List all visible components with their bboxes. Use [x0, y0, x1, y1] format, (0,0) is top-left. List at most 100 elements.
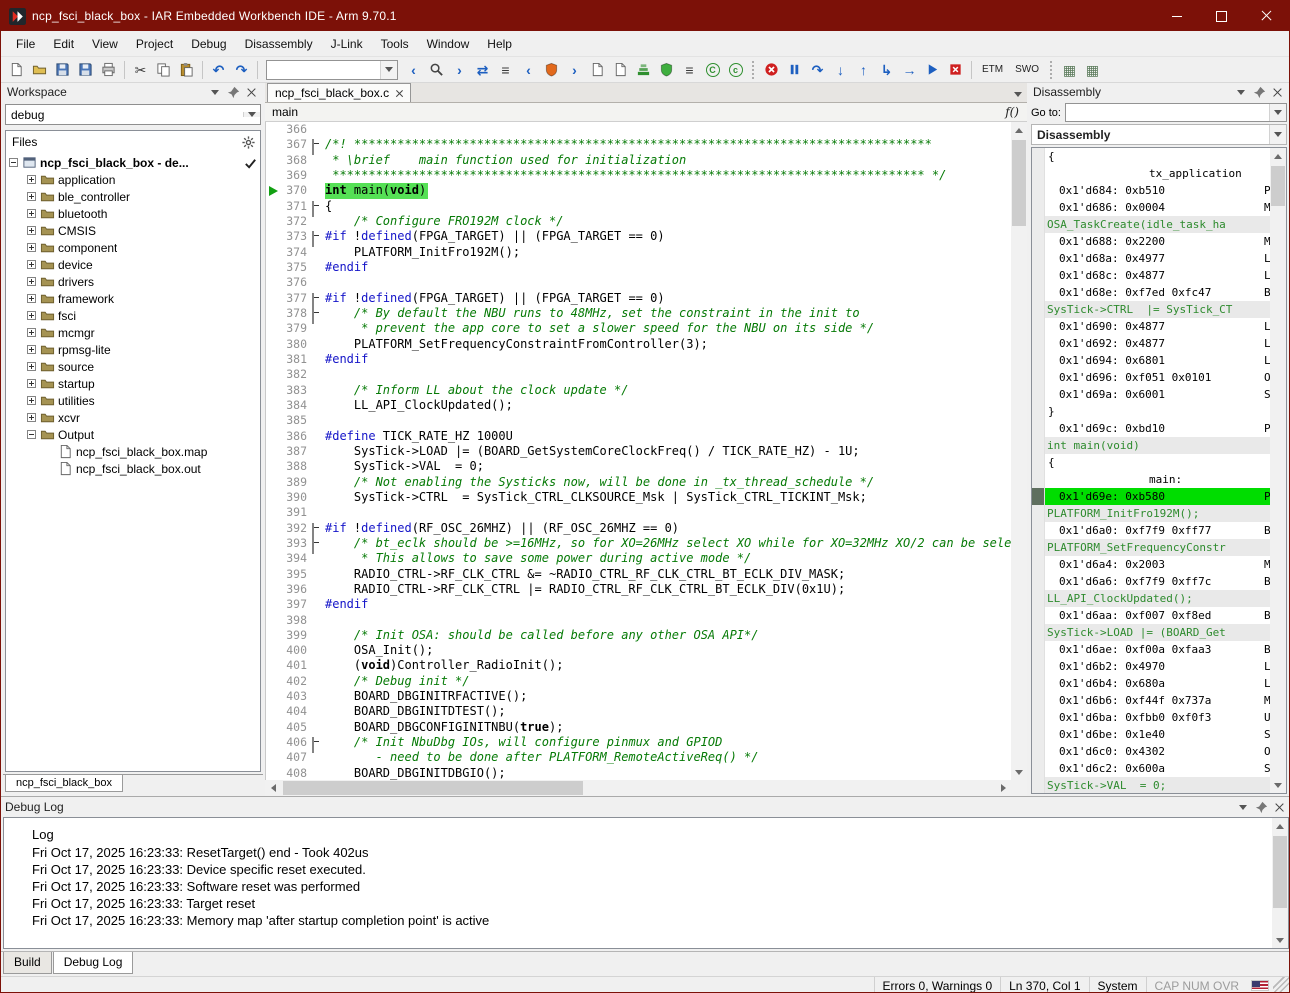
make-build-button[interactable]	[632, 59, 655, 81]
new-document-button[interactable]	[5, 59, 28, 81]
scroll-up-icon[interactable]	[1270, 148, 1286, 164]
scroll-down-icon[interactable]	[1270, 777, 1286, 793]
tree-item-application[interactable]: application	[6, 171, 260, 188]
toggle-breakpoint-button[interactable]	[540, 59, 563, 81]
trace-settings-button[interactable]: ▦	[1081, 59, 1104, 81]
pin-icon[interactable]	[225, 85, 241, 99]
expand-icon[interactable]	[27, 345, 36, 354]
c-run-analysis-button[interactable]: c	[724, 59, 747, 81]
panel-menu-chevron-icon[interactable]	[1233, 85, 1249, 99]
disassembly-view-dropdown[interactable]: Disassembly	[1031, 124, 1287, 145]
expand-icon[interactable]	[27, 328, 36, 337]
expand-icon[interactable]	[27, 379, 36, 388]
scrollbar-thumb[interactable]	[1273, 836, 1287, 908]
undo-button[interactable]: ↶	[207, 59, 230, 81]
expand-icon[interactable]	[27, 294, 36, 303]
tree-item-ble-controller[interactable]: ble_controller	[6, 188, 260, 205]
step-out-button[interactable]: ↑	[852, 59, 875, 81]
navigate-forward-button[interactable]: ›	[448, 59, 471, 81]
reset-button[interactable]	[760, 59, 783, 81]
run-to-cursor-button[interactable]: →	[898, 59, 921, 81]
menu-j-link[interactable]: J-Link	[322, 33, 372, 55]
toggle-header-source-button[interactable]	[586, 59, 609, 81]
tree-item-component[interactable]: component	[6, 239, 260, 256]
tree-item-xcvr[interactable]: xcvr	[6, 409, 260, 426]
menu-project[interactable]: Project	[127, 33, 182, 55]
expand-icon[interactable]	[27, 311, 36, 320]
find-in-files-button[interactable]: ⇄	[471, 59, 494, 81]
tree-item-source[interactable]: source	[6, 358, 260, 375]
tree-item-output[interactable]: Output	[6, 426, 260, 443]
log-scrollbar[interactable]	[1272, 818, 1288, 948]
editor-vertical-scrollbar[interactable]	[1011, 122, 1027, 780]
tab-list-chevron-icon[interactable]	[1009, 86, 1027, 102]
configuration-dropdown[interactable]: debug	[5, 104, 261, 125]
goto-input[interactable]	[1066, 104, 1269, 121]
go-button[interactable]	[921, 59, 944, 81]
scrollbar-thumb[interactable]	[1271, 166, 1285, 206]
menu-disassembly[interactable]: Disassembly	[236, 33, 322, 55]
function-list-button[interactable]: f()	[1001, 105, 1023, 119]
next-statement-button[interactable]: ↳	[875, 59, 898, 81]
collapse-icon[interactable]	[27, 430, 36, 439]
cut-button[interactable]: ✂	[129, 59, 152, 81]
tree-item-ncp-fsci-black-box-de[interactable]: ncp_fsci_black_box - de...	[6, 154, 260, 171]
workspace-tab[interactable]: ncp_fsci_black_box	[5, 775, 123, 792]
scroll-up-icon[interactable]	[1011, 122, 1027, 138]
expand-icon[interactable]	[27, 226, 36, 235]
editor-tab[interactable]: ncp_fsci_black_box.c	[267, 83, 411, 102]
next-bookmark-button[interactable]: ›	[563, 59, 586, 81]
chevron-down-icon[interactable]	[1269, 125, 1286, 144]
collapse-icon[interactable]	[9, 158, 18, 167]
tab-close-icon[interactable]	[396, 90, 403, 97]
expand-icon[interactable]	[27, 260, 36, 269]
scrollbar-thumb[interactable]	[1012, 140, 1026, 226]
tree-item-drivers[interactable]: drivers	[6, 273, 260, 290]
chevron-down-icon[interactable]	[1269, 104, 1286, 121]
tree-item-framework[interactable]: framework	[6, 290, 260, 307]
print-button[interactable]	[97, 59, 120, 81]
expand-icon[interactable]	[27, 413, 36, 422]
pin-icon[interactable]	[1251, 85, 1267, 99]
menu-debug[interactable]: Debug	[182, 33, 235, 55]
keyboard-layout-flag-icon[interactable]	[1251, 980, 1269, 991]
bottom-tab-debug-log[interactable]: Debug Log	[53, 952, 134, 974]
tree-item-cmsis[interactable]: CMSIS	[6, 222, 260, 239]
close-icon[interactable]	[1271, 800, 1287, 814]
chevron-down-icon[interactable]	[380, 61, 397, 79]
expand-icon[interactable]	[27, 277, 36, 286]
chevron-down-icon[interactable]	[243, 112, 260, 117]
expand-icon[interactable]	[27, 209, 36, 218]
step-over-button[interactable]: ↷	[806, 59, 829, 81]
menu-help[interactable]: Help	[478, 33, 521, 55]
menu-edit[interactable]: Edit	[44, 33, 83, 55]
expand-icon[interactable]	[27, 243, 36, 252]
tree-item-rpmsg-lite[interactable]: rpmsg-lite	[6, 341, 260, 358]
tree-item-startup[interactable]: startup	[6, 375, 260, 392]
disassembly-scrollbar[interactable]	[1270, 148, 1286, 793]
panel-menu-chevron-icon[interactable]	[1235, 800, 1251, 814]
panel-menu-chevron-icon[interactable]	[207, 85, 223, 99]
save-button[interactable]	[51, 59, 74, 81]
resize-grip[interactable]	[1273, 977, 1289, 993]
quick-search-combo-input[interactable]	[267, 61, 380, 79]
scroll-up-icon[interactable]	[1272, 818, 1288, 834]
goto-combobox[interactable]	[1065, 103, 1287, 122]
scroll-right-icon[interactable]	[995, 780, 1011, 796]
open-file-button[interactable]	[28, 59, 51, 81]
bottom-tab-build[interactable]: Build	[3, 952, 52, 974]
menu-window[interactable]: Window	[418, 33, 479, 55]
close-icon[interactable]	[1269, 85, 1285, 99]
tree-item-fsci[interactable]: fsci	[6, 307, 260, 324]
compile-file-button[interactable]	[609, 59, 632, 81]
navigate-backward-button[interactable]: ‹	[402, 59, 425, 81]
redo-button[interactable]: ↷	[230, 59, 253, 81]
previous-bookmark-button[interactable]: ‹	[517, 59, 540, 81]
close-icon[interactable]	[243, 85, 259, 99]
swo-trace-button[interactable]: SWO	[1009, 59, 1045, 81]
etm-trace-button[interactable]: ETM	[976, 59, 1009, 81]
paste-button[interactable]	[175, 59, 198, 81]
scroll-down-icon[interactable]	[1011, 764, 1027, 780]
disassembly-listing[interactable]: {tx_application0x1'd684: 0xb510P0x1'd686…	[1031, 147, 1287, 794]
save-all-button[interactable]	[74, 59, 97, 81]
